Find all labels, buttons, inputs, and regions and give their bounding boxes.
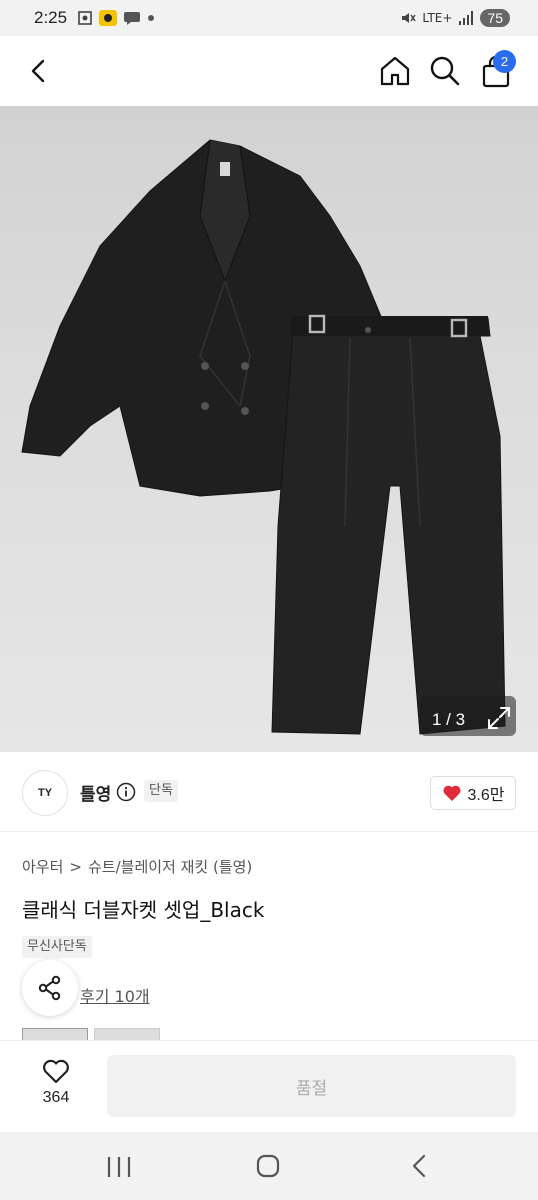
chat-icon bbox=[124, 12, 141, 25]
home-nav-icon[interactable] bbox=[254, 1152, 282, 1180]
color-option-thumbnail[interactable] bbox=[22, 1028, 88, 1040]
wishlist-button[interactable]: 364 bbox=[24, 1057, 88, 1119]
heart-icon bbox=[442, 785, 461, 801]
product-title: 클래식 더블자켓 셋업_Black bbox=[22, 898, 265, 922]
share-icon bbox=[38, 975, 61, 1001]
search-icon[interactable] bbox=[428, 54, 462, 88]
heart-outline-icon bbox=[43, 1059, 69, 1084]
back-nav-icon[interactable] bbox=[406, 1152, 434, 1180]
status-bar: 2:25 LTE+ 75 bbox=[0, 0, 538, 36]
breadcrumb: 아우터 > 슈트/블레이저 재킷 (틀영) bbox=[22, 856, 252, 877]
brand-like-count: 3.6만 bbox=[467, 787, 505, 804]
breadcrumb-category[interactable]: 아우터 bbox=[22, 856, 63, 877]
dot-icon bbox=[148, 15, 155, 21]
screenshot-icon bbox=[78, 11, 92, 25]
brand-logo-text: TY bbox=[37, 787, 53, 799]
exclusive-label: 무신사단독 bbox=[22, 936, 92, 958]
soldout-button[interactable]: 품절 bbox=[107, 1055, 516, 1117]
network-label: LTE+ bbox=[422, 11, 453, 25]
purchase-bar: 364 품절 bbox=[0, 1040, 538, 1132]
back-icon[interactable] bbox=[24, 56, 54, 86]
status-time: 2:25 bbox=[34, 8, 68, 27]
signal-icon bbox=[459, 11, 474, 25]
brand-row: TY 틀영 단독 3.6만 bbox=[0, 752, 538, 832]
home-icon[interactable] bbox=[378, 54, 412, 88]
cart-count-badge: 2 bbox=[493, 50, 516, 73]
battery-level: 75 bbox=[480, 9, 510, 27]
mute-icon bbox=[402, 13, 417, 23]
breadcrumb-separator: > bbox=[69, 857, 82, 876]
suit-illustration bbox=[21, 139, 516, 736]
wishlist-count: 364 bbox=[42, 1089, 70, 1106]
status-notification-icons bbox=[77, 10, 155, 26]
system-nav-bar bbox=[0, 1132, 538, 1200]
status-right: LTE+ 75 bbox=[400, 9, 510, 27]
info-icon[interactable] bbox=[116, 782, 136, 802]
color-option-thumbnail[interactable] bbox=[94, 1028, 160, 1040]
image-counter: 1 / 3 bbox=[432, 710, 466, 729]
breadcrumb-subcategory[interactable]: 슈트/블레이저 재킷 (틀영) bbox=[88, 856, 252, 877]
brand-logo[interactable]: TY bbox=[22, 770, 68, 816]
reviews-link[interactable]: 후기 10개 bbox=[80, 983, 150, 1007]
brand-exclusive-tag: 단독 bbox=[144, 780, 178, 802]
app-notification-icon bbox=[99, 10, 118, 26]
app-header bbox=[0, 36, 538, 106]
share-button[interactable] bbox=[22, 960, 78, 1016]
soldout-label: 품절 bbox=[295, 1078, 328, 1099]
expand-icon[interactable] bbox=[485, 704, 513, 732]
brand-name[interactable]: 틀영 bbox=[80, 780, 111, 805]
brand-like-button[interactable]: 3.6만 bbox=[430, 776, 516, 810]
product-image[interactable] bbox=[0, 106, 538, 752]
recent-apps-icon[interactable] bbox=[104, 1154, 134, 1180]
